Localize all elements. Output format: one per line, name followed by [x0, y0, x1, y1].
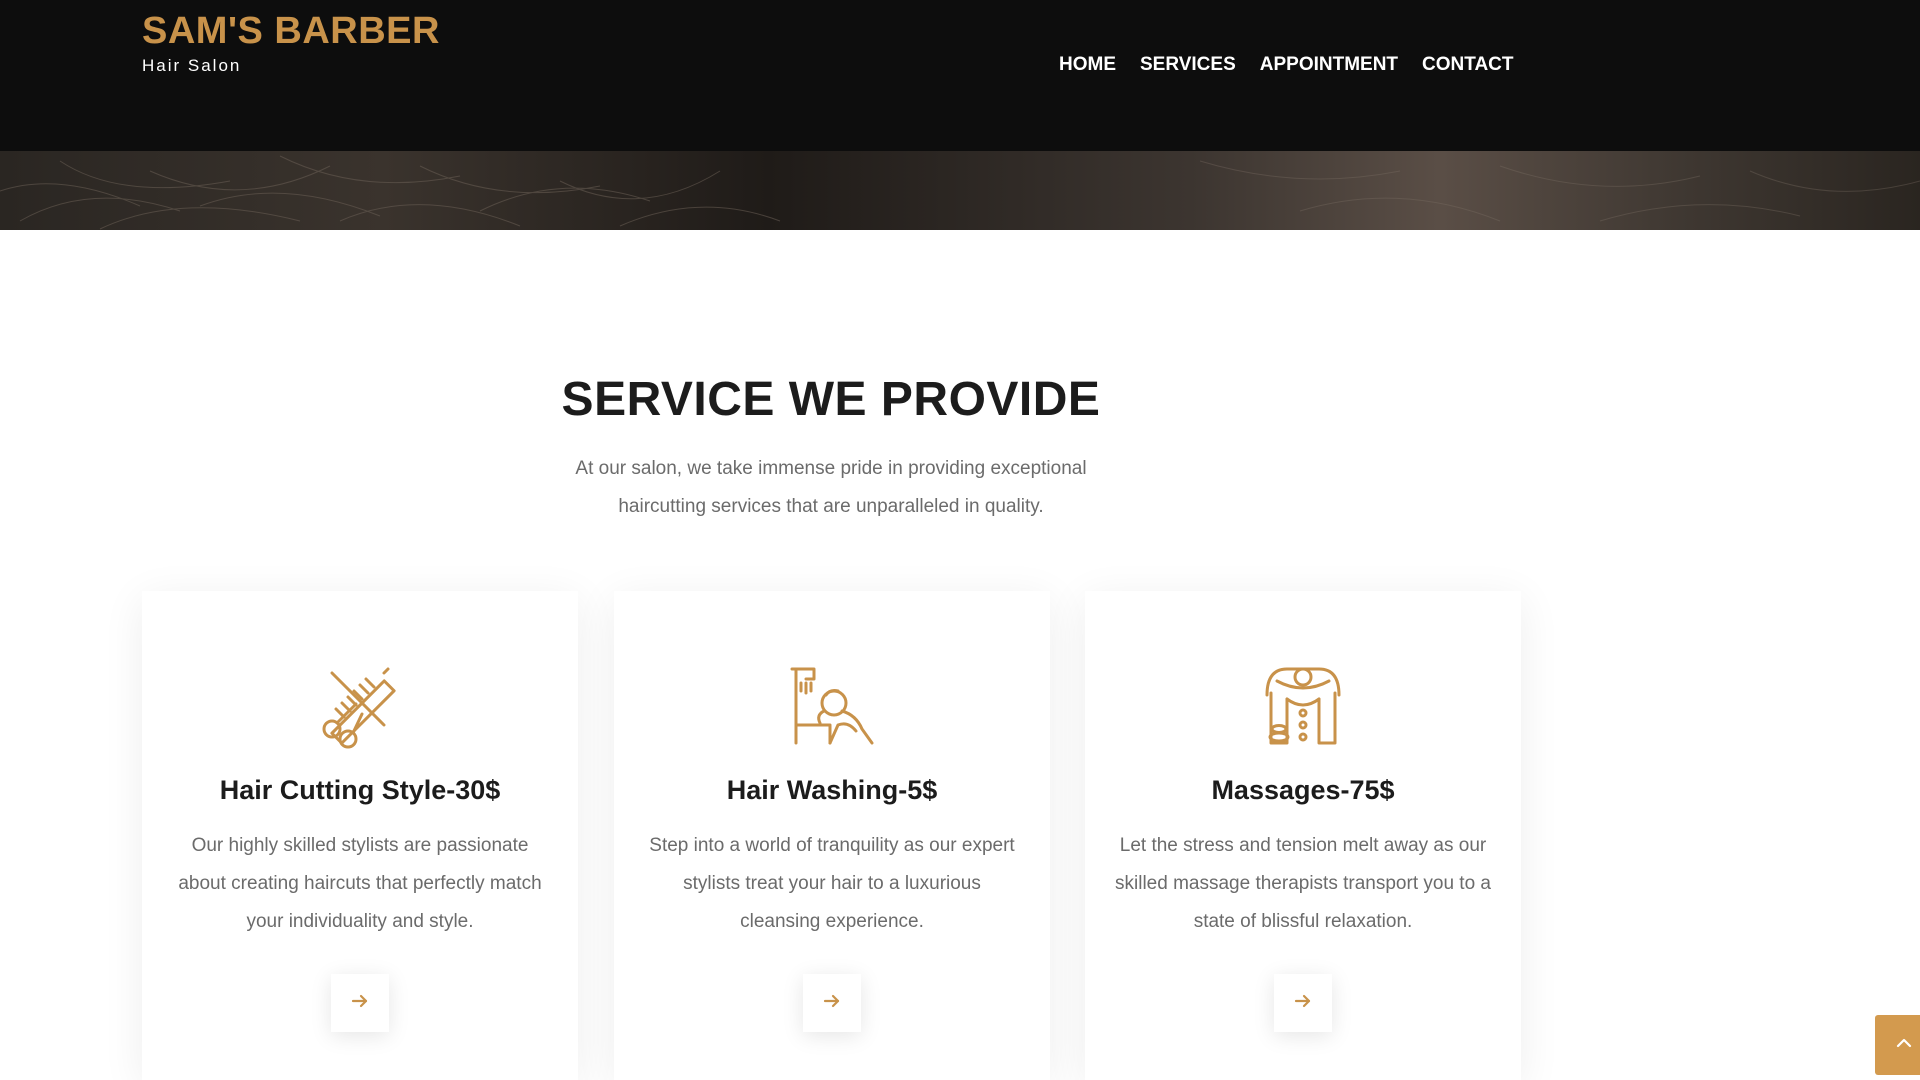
nav-appointment[interactable]: APPOINTMENT — [1260, 54, 1398, 76]
massage-icon — [1257, 659, 1349, 751]
nav-contact[interactable]: CONTACT — [1422, 54, 1513, 76]
brand-logo[interactable]: SAM'S BARBER Hair Salon — [142, 10, 440, 76]
nav-services[interactable]: SERVICES — [1140, 54, 1236, 76]
site-header: SAM'S BARBER Hair Salon HOME SERVICES AP… — [0, 0, 1920, 151]
hair-washing-icon — [786, 659, 878, 751]
nav-home[interactable]: HOME — [1059, 54, 1116, 76]
card-text: Step into a world of tranquility as our … — [649, 835, 1015, 932]
service-card-hair-cutting: Hair Cutting Style-30$ Our highly skille… — [142, 591, 578, 1080]
services-title: SERVICE WE PROVIDE — [561, 373, 1101, 426]
brand-title[interactable]: SAM'S BARBER — [142, 10, 440, 52]
services-description: At our salon, we take immense pride in p… — [575, 458, 1087, 517]
card-title: Hair Washing-5$ — [726, 775, 938, 805]
card-arrow-button[interactable] — [803, 974, 861, 1032]
card-arrow-button[interactable] — [1274, 974, 1332, 1032]
service-card-massages: Massages-75$ Let the stress and tension … — [1085, 591, 1521, 1080]
card-title: Hair Cutting Style-30$ — [219, 775, 501, 805]
scissors-comb-icon — [314, 659, 406, 751]
card-text: Our highly skilled stylists are passiona… — [178, 835, 542, 932]
card-title: Massages-75$ — [1211, 775, 1395, 805]
service-card-hair-washing: Hair Washing-5$ Step into a world of tra… — [614, 591, 1050, 1080]
main-nav: HOME SERVICES APPOINTMENT CONTACT — [1059, 54, 1538, 76]
arrow-right-icon — [1293, 991, 1313, 1016]
arrow-right-icon — [350, 991, 370, 1016]
scroll-to-top-button[interactable] — [1875, 1015, 1920, 1075]
arrow-right-icon — [822, 991, 842, 1016]
card-arrow-button[interactable] — [331, 974, 389, 1032]
brand-subtitle: Hair Salon — [142, 56, 242, 75]
card-text: Let the stress and tension melt away as … — [1115, 835, 1491, 932]
hair-texture-graphic — [0, 155, 1920, 230]
hero-image — [0, 151, 1920, 230]
chevron-up-icon — [1895, 1034, 1913, 1057]
